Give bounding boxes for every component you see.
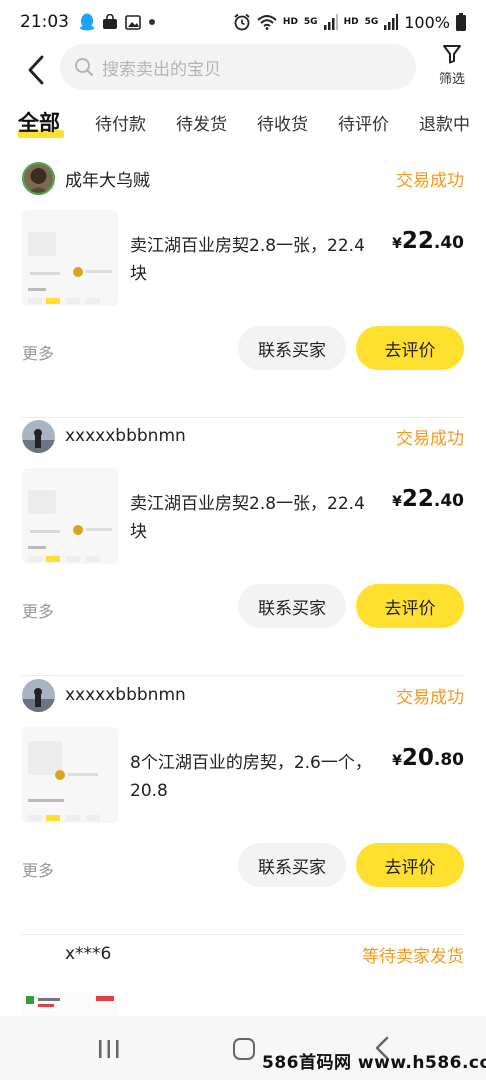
tab-label: 全部 bbox=[18, 111, 60, 135]
watermark: 586首码网 www.h586.com bbox=[262, 1053, 486, 1073]
contact-buyer-button[interactable]: 联系买家 bbox=[238, 584, 346, 628]
network-label-3: HD bbox=[343, 16, 359, 27]
network-label-2: 5G bbox=[303, 16, 318, 27]
dot-icon bbox=[149, 19, 155, 25]
review-button[interactable]: 去评价 bbox=[356, 326, 464, 370]
contact-buyer-button[interactable]: 联系买家 bbox=[238, 843, 346, 887]
order-price: ¥22.40 bbox=[392, 486, 464, 512]
battery-icon bbox=[456, 13, 466, 31]
avatar[interactable] bbox=[22, 937, 55, 971]
filter-label: 筛选 bbox=[438, 72, 465, 87]
order-card[interactable]: xxxxxbbbnmn 交易成功 卖江湖百业房契2.8一张，22.4块 ¥22.… bbox=[0, 418, 486, 676]
price-decimal: .40 bbox=[433, 233, 464, 253]
contact-buyer-button[interactable]: 联系买家 bbox=[238, 326, 346, 370]
seller-row: xxxxxbbbnmn 交易成功 bbox=[22, 677, 464, 713]
seller-name[interactable]: x***6 bbox=[65, 944, 111, 964]
more-link[interactable]: 更多 bbox=[22, 598, 54, 622]
order-card[interactable]: xxxxxbbbnmn 交易成功 8个江湖百业的房契，2.6一个，20.8 ¥2… bbox=[0, 677, 486, 935]
network-label-1: HD bbox=[282, 16, 298, 27]
home-icon[interactable] bbox=[233, 1038, 255, 1060]
avatar[interactable] bbox=[22, 678, 55, 712]
seller-name[interactable]: 成年大乌贼 bbox=[65, 166, 150, 191]
price-integer: 22 bbox=[401, 228, 434, 254]
qq-icon bbox=[80, 13, 94, 31]
price-currency: ¥ bbox=[392, 236, 402, 252]
recent-apps-icon[interactable] bbox=[98, 1038, 120, 1060]
seller-row: 成年大乌贼 交易成功 bbox=[22, 160, 464, 196]
product-thumbnail[interactable] bbox=[22, 468, 118, 564]
search-placeholder: 搜索卖出的宝贝 bbox=[102, 59, 221, 80]
divider bbox=[22, 675, 464, 676]
product-thumbnail[interactable] bbox=[22, 210, 118, 306]
search-icon bbox=[75, 58, 94, 77]
order-card[interactable]: x***6 等待卖家发货 bbox=[0, 936, 486, 1016]
tab-pending-payment[interactable]: 待付款 bbox=[95, 110, 146, 135]
image-icon bbox=[125, 14, 141, 30]
status-right: HD 5G HD 5G 100% bbox=[233, 13, 466, 32]
order-card[interactable]: 成年大乌贼 交易成功 卖江湖百业房契2.8一张，22.4块 ¥22.40 更多 … bbox=[0, 160, 486, 418]
product-title[interactable]: 卖江湖百业房契2.8一张，22.4块 bbox=[130, 232, 378, 288]
seller-row: x***6 等待卖家发货 bbox=[22, 936, 464, 972]
review-button[interactable]: 去评价 bbox=[356, 584, 464, 628]
notification-icons bbox=[79, 13, 156, 31]
header: 搜索卖出的宝贝 筛选 bbox=[0, 44, 486, 96]
chevron-left-icon bbox=[28, 55, 44, 85]
tab-refunding[interactable]: 退款中 bbox=[419, 110, 470, 135]
tab-pending-receipt[interactable]: 待收货 bbox=[257, 110, 308, 135]
more-link[interactable]: 更多 bbox=[22, 857, 54, 881]
tab-label: 待收货 bbox=[257, 115, 308, 135]
seller-name[interactable]: xxxxxbbbnmn bbox=[65, 685, 186, 705]
tab-label: 退款中 bbox=[419, 115, 470, 135]
seller-name[interactable]: xxxxxbbbnmn bbox=[65, 426, 186, 446]
seller-row: xxxxxbbbnmn 交易成功 bbox=[22, 418, 464, 454]
tab-label: 待发货 bbox=[176, 115, 227, 135]
avatar[interactable] bbox=[22, 161, 55, 195]
search-input[interactable]: 搜索卖出的宝贝 bbox=[60, 44, 416, 90]
price-integer: 20 bbox=[401, 745, 434, 771]
status-time: 21:03 bbox=[20, 12, 69, 32]
filter-icon bbox=[443, 45, 461, 64]
price-currency: ¥ bbox=[392, 753, 402, 769]
order-status: 交易成功 bbox=[396, 687, 464, 708]
signal-icon bbox=[323, 14, 338, 30]
wifi-icon bbox=[257, 15, 277, 30]
price-integer: 22 bbox=[401, 486, 434, 512]
status-bar: 21:03 HD 5G HD 5G 100% bbox=[0, 0, 486, 44]
order-status: 等待卖家发货 bbox=[362, 946, 464, 967]
avatar[interactable] bbox=[22, 419, 55, 453]
price-decimal: .40 bbox=[433, 491, 464, 511]
order-tabs: 全部 待付款 待发货 待收货 待评价 退款中 bbox=[0, 104, 486, 144]
product-thumbnail[interactable] bbox=[22, 727, 118, 823]
network-label-4: 5G bbox=[364, 16, 379, 27]
product-thumbnail[interactable] bbox=[22, 992, 118, 1016]
order-price: ¥22.40 bbox=[392, 228, 464, 254]
order-status: 交易成功 bbox=[396, 170, 464, 191]
back-button[interactable] bbox=[18, 50, 54, 90]
signal-icon-2 bbox=[384, 14, 399, 30]
tab-all[interactable]: 全部 bbox=[18, 107, 60, 137]
price-decimal: .80 bbox=[433, 750, 464, 770]
order-price: ¥20.80 bbox=[392, 745, 464, 771]
tab-pending-shipment[interactable]: 待发货 bbox=[176, 110, 227, 135]
order-status: 交易成功 bbox=[396, 428, 464, 449]
divider bbox=[22, 934, 464, 935]
tab-label: 待付款 bbox=[95, 115, 146, 135]
review-button[interactable]: 去评价 bbox=[356, 843, 464, 887]
filter-button[interactable]: 筛选 bbox=[432, 44, 472, 94]
price-currency: ¥ bbox=[392, 494, 402, 510]
battery-percent: 100% bbox=[404, 12, 450, 32]
more-link[interactable]: 更多 bbox=[22, 340, 54, 364]
alarm-icon bbox=[234, 13, 250, 31]
tab-pending-review[interactable]: 待评价 bbox=[338, 110, 389, 135]
shopping-bag-icon bbox=[103, 14, 117, 29]
product-title[interactable]: 卖江湖百业房契2.8一张，22.4块 bbox=[130, 490, 378, 546]
product-title[interactable]: 8个江湖百业的房契，2.6一个，20.8 bbox=[130, 749, 378, 805]
tab-label: 待评价 bbox=[338, 115, 389, 135]
